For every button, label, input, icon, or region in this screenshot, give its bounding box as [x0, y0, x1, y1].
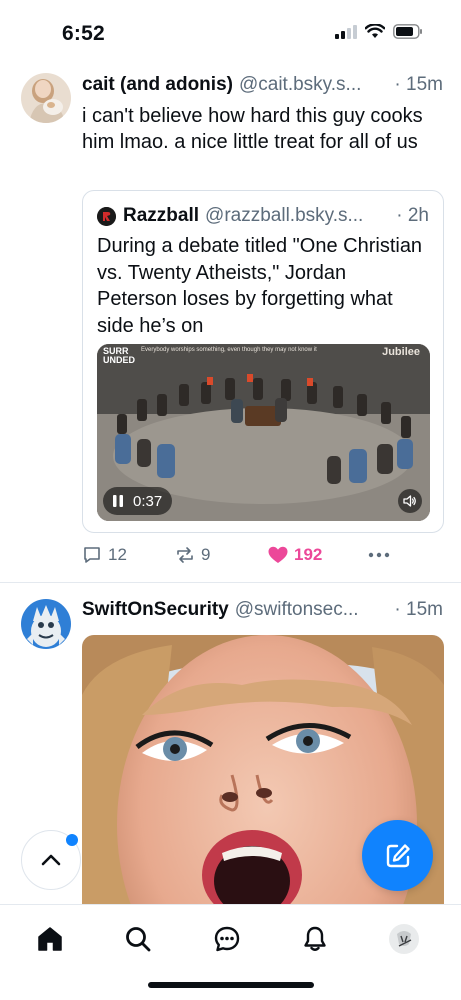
like-button[interactable]: 192: [268, 545, 368, 565]
home-icon: [38, 927, 62, 951]
quote-time: · 2h: [396, 205, 429, 226]
display-name[interactable]: SwiftOnSecurity: [82, 599, 229, 621]
video-player[interactable]: SURR UNDED Everybody worships something,…: [97, 344, 430, 521]
compose-button[interactable]: [362, 820, 433, 891]
home-indicator: [148, 982, 314, 988]
quote-handle[interactable]: @razzball.bsky.s...: [205, 205, 390, 227]
heart-icon: [268, 546, 288, 563]
more-options-button[interactable]: [368, 552, 390, 558]
quote-avatar: [97, 206, 116, 226]
post-actions: 12 9 192: [82, 542, 421, 568]
video-controls[interactable]: 0:37: [103, 487, 173, 515]
video-logo: SURR UNDED: [103, 346, 136, 365]
scroll-to-top-button[interactable]: [21, 830, 81, 890]
repost-icon: [177, 547, 193, 563]
new-posts-indicator: [66, 834, 78, 846]
repost-button[interactable]: 9: [175, 545, 268, 565]
tab-messages[interactable]: [207, 919, 247, 959]
handle[interactable]: @swiftonsec...: [235, 599, 389, 621]
repost-count: 9: [201, 545, 211, 564]
tab-search[interactable]: [118, 919, 158, 959]
reply-button[interactable]: 12: [82, 545, 175, 565]
status-time: 6:52: [62, 22, 105, 45]
signal-icon: [335, 24, 357, 39]
chat-icon: [214, 926, 240, 952]
feed: cait (and adonis) @cait.bsky.s... · 15m …: [0, 68, 461, 925]
chevron-up-icon: [41, 854, 61, 866]
quote-display-name[interactable]: Razzball: [123, 205, 199, 227]
post-time: · 15m: [394, 74, 443, 95]
post-header: cait (and adonis) @cait.bsky.s... · 15m: [82, 74, 443, 96]
avatar[interactable]: [21, 73, 71, 123]
status-bar: 6:52: [0, 0, 461, 68]
tab-notifications[interactable]: [295, 919, 335, 959]
compose-icon: [386, 843, 410, 867]
avatar[interactable]: [21, 599, 71, 649]
video-caption: Everybody worships something, even thoug…: [141, 347, 317, 353]
speaker-icon: [403, 495, 416, 507]
quote-post[interactable]: Razzball @razzball.bsky.s... · 2h During…: [82, 190, 444, 533]
post-header: SwiftOnSecurity @swiftonsec... · 15m: [82, 599, 443, 621]
tab-home[interactable]: [30, 919, 70, 959]
wifi-icon: [365, 24, 385, 38]
search-icon: [126, 927, 151, 952]
post-text: i can't believe how hard this guy cooks …: [82, 105, 423, 153]
display-name[interactable]: cait (and adonis): [82, 74, 233, 96]
tab-profile[interactable]: [384, 919, 424, 959]
mute-button[interactable]: [398, 489, 422, 513]
battery-icon: [393, 24, 422, 39]
reply-count: 12: [108, 545, 127, 564]
video-brand: Jubilee: [382, 346, 420, 358]
quote-text: During a debate titled "One Christian vs…: [97, 235, 423, 337]
bell-icon: [304, 926, 326, 951]
handle[interactable]: @cait.bsky.s...: [239, 74, 388, 96]
status-icons: [335, 24, 423, 39]
post-cait[interactable]: cait (and adonis) @cait.bsky.s... · 15m …: [0, 68, 461, 583]
video-duration: 0:37: [133, 492, 163, 510]
more-icon: [368, 552, 390, 558]
profile-avatar: [389, 924, 419, 954]
pause-icon[interactable]: [113, 495, 123, 507]
like-count: 192: [294, 545, 323, 564]
post-time: · 15m: [394, 599, 443, 620]
reply-icon: [84, 547, 100, 563]
quote-header: Razzball @razzball.bsky.s... · 2h: [97, 205, 429, 227]
